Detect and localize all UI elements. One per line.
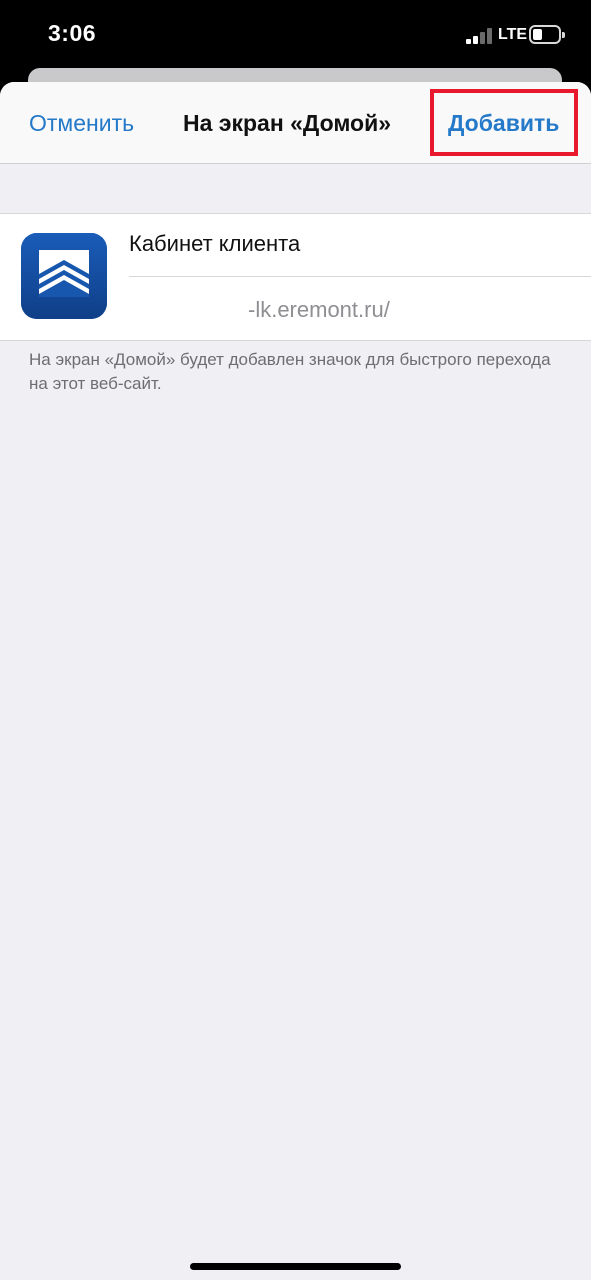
bookmark-card: Кабинет клиента -lk.eremont.ru/ <box>0 213 591 341</box>
bookmark-name-input[interactable]: Кабинет клиента <box>129 231 300 257</box>
network-type-label: LTE <box>498 26 528 43</box>
field-divider <box>129 276 591 277</box>
status-time: 3:06 <box>48 20 97 46</box>
add-button[interactable]: Добавить <box>448 110 559 137</box>
redacted-url-area <box>124 290 248 328</box>
battery-icon <box>529 25 565 44</box>
bookmark-url: -lk.eremont.ru/ <box>248 297 390 322</box>
add-to-home-sheet: Отменить На экран «Домой» Добавить Кабин… <box>0 82 591 1280</box>
home-indicator[interactable] <box>190 1263 401 1270</box>
page-title: На экран «Домой» <box>183 110 392 136</box>
house-roof-app-icon <box>21 233 107 319</box>
cancel-button[interactable]: Отменить <box>29 110 134 137</box>
status-bar: 3:06 LTE <box>0 0 591 70</box>
hint-text: На экран «Домой» будет добавлен значок д… <box>29 350 551 393</box>
cellular-signal-icon <box>466 28 494 44</box>
navigation-bar: Отменить На экран «Домой» Добавить <box>0 82 591 164</box>
